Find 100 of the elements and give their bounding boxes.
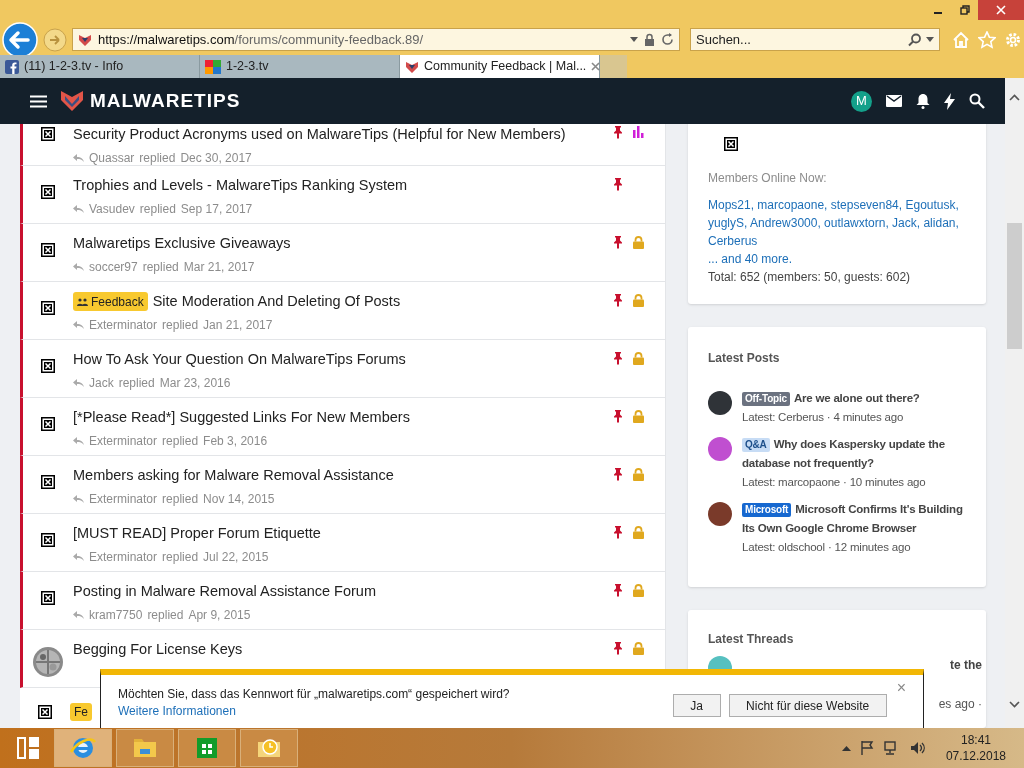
thread-row[interactable]: How To Ask Your Question On MalwareTips Forums Jack replied Mar 23, 2016 — [20, 340, 665, 398]
reply-icon — [73, 320, 84, 329]
thread-title[interactable]: Site Moderation And Deleting Of Posts — [152, 291, 401, 313]
forward-icon[interactable] — [42, 26, 68, 53]
decline-button[interactable]: Nicht für diese Website — [728, 694, 887, 717]
reply-label: replied — [162, 490, 199, 508]
browser-tab[interactable]: (11) 1-2-3.tv - Info — [0, 55, 200, 78]
back-icon[interactable] — [2, 21, 38, 58]
username-link[interactable]: Exterminator — [89, 547, 158, 566]
thread-row[interactable]: Posting in Malware Removal Assistance Forum kram7750 replied Apr 9, 2015 — [20, 572, 665, 630]
yes-button[interactable]: Ja — [672, 694, 721, 717]
pin-icon — [613, 126, 623, 139]
broken-image-icon — [41, 243, 55, 257]
search-icon[interactable] — [908, 32, 922, 47]
thread-title[interactable]: Trophies and Levels - MalwareTips Ranking System — [73, 175, 408, 197]
close-button[interactable]: × — [896, 680, 906, 696]
more-info-link[interactable]: Weitere Informationen — [118, 703, 510, 720]
search-field[interactable]: Suchen... — [690, 28, 940, 51]
thread-title[interactable]: Malwaretips Exclusive Giveaways — [73, 233, 291, 255]
dropdown-icon[interactable] — [926, 36, 934, 43]
search-icon[interactable] — [969, 93, 985, 109]
menu-icon[interactable] — [30, 94, 47, 108]
user-avatar[interactable] — [708, 502, 732, 526]
lock-icon — [644, 33, 655, 46]
close-icon[interactable] — [996, 5, 1006, 15]
pin-icon — [613, 410, 623, 423]
speaker-icon[interactable] — [909, 741, 926, 755]
browser-tab[interactable]: 1-2-3.tv — [200, 55, 400, 78]
thread-row[interactable]: Malwaretips Exclusive Giveaways soccer97 replied Mar 21, 2017 — [20, 224, 665, 282]
post-title[interactable]: Microsoft Microsoft Confirms It's Building Its Own Google Chrome Browser — [742, 500, 966, 538]
post-title[interactable]: Q&A Why does Kaspersky update the database not frequently? — [742, 435, 966, 473]
pin-icon — [613, 178, 623, 191]
username-link[interactable]: Exterminator — [89, 315, 158, 334]
clock-date[interactable]: 07.12.2018 — [945, 748, 1006, 764]
taskbar-button[interactable] — [116, 729, 174, 767]
reply-icon — [73, 436, 84, 445]
refresh-icon[interactable] — [661, 33, 674, 46]
thread-row[interactable]: Feedback Site Moderation And Deleting Of Posts Exterminator replied Jan 21, 2017 — [20, 282, 665, 340]
scroll-up-icon[interactable] — [1009, 94, 1020, 101]
post-title[interactable]: Off-Topic Are we alone out there? — [742, 389, 920, 408]
scroll-thumb[interactable] — [1007, 223, 1022, 349]
thread-row[interactable]: Security Product Acronyms used on MalwareTips (Helpful for New Members) Quassar replied Dec 30, 2017 — [20, 124, 665, 166]
taskbar-button[interactable] — [240, 729, 298, 767]
user-avatar[interactable] — [708, 391, 732, 415]
thread-row[interactable]: [MUST READ] Proper Forum Etiquette Exterminator replied Jul 22, 2015 — [20, 514, 665, 572]
thread-row[interactable]: Trophies and Levels - MalwareTips Ranking System Vasudev replied Sep 17, 2017 — [20, 166, 665, 224]
thread-row[interactable]: Members asking for Malware Removal Assistance Exterminator replied Nov 14, 2015 — [20, 456, 665, 514]
username-link[interactable]: kram7750 — [89, 605, 143, 624]
taskbar-button[interactable] — [54, 729, 112, 767]
reply-icon — [73, 153, 84, 162]
close-tab-icon[interactable] — [591, 62, 601, 71]
username-link[interactable]: Exterminator — [89, 489, 158, 508]
username-link[interactable]: Jack — [89, 373, 114, 392]
broken-image-icon — [41, 417, 55, 431]
shield-logo-icon — [60, 90, 84, 112]
username-link[interactable]: Vasudev — [89, 199, 135, 218]
section-heading: Members Online Now: — [708, 170, 828, 187]
scroll-down-icon[interactable] — [1009, 701, 1020, 708]
prefix-tag[interactable]: Fe — [70, 703, 92, 721]
thread-title[interactable]: How To Ask Your Question On MalwareTips Forums — [73, 349, 406, 371]
username-link[interactable]: Exterminator — [89, 431, 158, 450]
taskbar-button[interactable] — [178, 729, 236, 767]
section-heading: Latest Threads — [708, 631, 795, 648]
chevron-up-icon[interactable] — [841, 745, 851, 751]
broken-image-icon — [41, 301, 55, 315]
search-input[interactable]: Suchen... — [696, 29, 904, 50]
reply-icon — [73, 204, 84, 213]
browser-tab[interactable]: Community Feedback | Mal... — [400, 55, 600, 78]
thread-row[interactable]: [*Please Read*] Suggested Links For New Members Exterminator replied Feb 3, 2016 — [20, 398, 665, 456]
post-meta: Latest: oldschool · 12 minutes ago — [742, 540, 912, 555]
start-icon[interactable] — [16, 736, 40, 760]
star-icon[interactable] — [978, 30, 996, 49]
reply-date: Jul 22, 2015 — [203, 548, 269, 566]
facebook-icon — [5, 59, 19, 74]
thread-title[interactable]: [MUST READ] Proper Forum Etiquette — [73, 523, 321, 545]
site-logo[interactable]: MALWARETIPS — [90, 86, 241, 116]
flag-icon[interactable] — [860, 741, 874, 755]
more-members-link[interactable]: ... and 40 more. — [708, 250, 966, 268]
broken-image-icon — [41, 185, 55, 199]
bell-icon[interactable] — [916, 93, 930, 109]
broken-image-icon — [41, 591, 55, 605]
reply-label: replied — [118, 374, 155, 392]
dropdown-icon[interactable] — [630, 36, 638, 43]
username-link[interactable]: soccer97 — [89, 257, 138, 276]
thread-title[interactable]: Posting in Malware Removal Assistance Forum — [73, 581, 376, 603]
thread-title[interactable]: Begging For License Keys — [73, 639, 243, 661]
member-list[interactable]: Mops21, marcopaone, stepseven84, Egoutusk, yuglyS, Andrew3000, outlawxtorn, Jack, alidan, Cerberus — [708, 196, 966, 250]
address-bar[interactable]: https://malwaretips.com/forums/community-feedback.89/ — [72, 28, 680, 51]
mail-icon[interactable] — [886, 95, 902, 107]
restore-icon[interactable] — [959, 5, 970, 15]
thread-title[interactable]: Members asking for Malware Removal Assistance — [73, 465, 394, 487]
thread-title[interactable]: Security Product Acronyms used on MalwareTips (Helpful for New Members) — [73, 124, 566, 146]
thread-title[interactable]: [*Please Read*] Suggested Links For New Members — [73, 407, 410, 429]
url-host: https://malwaretips.com — [98, 30, 235, 49]
thread-title[interactable]: te the — [950, 656, 982, 675]
lightning-icon[interactable] — [944, 92, 955, 110]
clock-time[interactable]: 18:41 — [960, 732, 991, 748]
close-window-button[interactable] — [978, 0, 1024, 20]
prefix-tag[interactable]: Feedback — [73, 292, 148, 312]
username-link[interactable]: Quassar — [89, 148, 135, 167]
